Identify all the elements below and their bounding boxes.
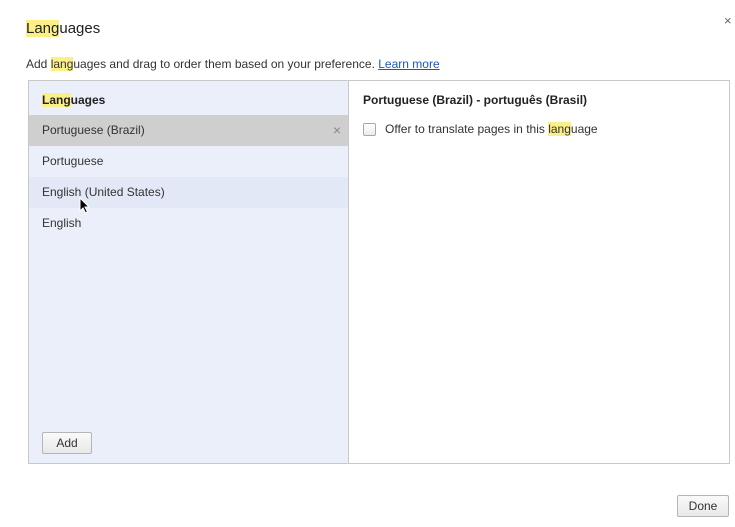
language-item-label: English <box>42 216 82 230</box>
mouse-pointer-icon <box>79 197 91 214</box>
language-item-portuguese-brazil[interactable]: Portuguese (Brazil) × <box>29 115 348 146</box>
translate-label-suffix: uage <box>570 122 598 136</box>
close-icon[interactable]: × <box>724 14 732 27</box>
language-item-english[interactable]: English <box>29 208 348 239</box>
selected-language-title: Portuguese (Brazil) - português (Brasil) <box>363 93 588 107</box>
learn-more-link[interactable]: Learn more <box>378 57 439 71</box>
translate-offer-label: Offer to translate pages in this languag… <box>385 122 598 136</box>
title-text: uages <box>59 20 101 37</box>
translate-offer-checkbox[interactable] <box>363 122 376 136</box>
dialog-description: Add languages and drag to order them bas… <box>26 57 440 71</box>
language-item-label: Portuguese <box>42 154 104 168</box>
done-button[interactable]: Done <box>677 495 729 517</box>
language-item-label: English (United States) <box>42 185 165 199</box>
description-highlight: lang <box>50 57 74 71</box>
remove-language-icon[interactable]: × <box>333 115 341 146</box>
description-prefix: Add <box>26 57 51 71</box>
language-list: Portuguese (Brazil) × Portuguese English… <box>29 115 348 239</box>
language-item-english-us[interactable]: English (United States) <box>29 177 348 208</box>
list-header-text: uages <box>70 93 106 107</box>
language-item-portuguese[interactable]: Portuguese <box>29 146 348 177</box>
description-text: uages and drag to order them based on yo… <box>73 57 379 71</box>
list-header-highlight: Lang <box>42 93 71 107</box>
language-list-pane: Languages Portuguese (Brazil) × Portugue… <box>29 81 349 463</box>
translate-label-highlight: lang <box>548 122 571 136</box>
title-highlight: Lang <box>26 20 60 37</box>
languages-panel: Languages Portuguese (Brazil) × Portugue… <box>28 80 730 464</box>
language-item-label: Portuguese (Brazil) <box>42 123 145 137</box>
translate-label-prefix: Offer to translate pages in this <box>385 122 549 136</box>
dialog-title: Languages <box>26 20 100 37</box>
languages-dialog: × Languages Add languages and drag to or… <box>0 0 735 527</box>
translate-offer-option[interactable]: Offer to translate pages in this languag… <box>363 122 598 136</box>
language-list-header: Languages <box>42 93 105 107</box>
add-language-button[interactable]: Add <box>42 432 92 454</box>
